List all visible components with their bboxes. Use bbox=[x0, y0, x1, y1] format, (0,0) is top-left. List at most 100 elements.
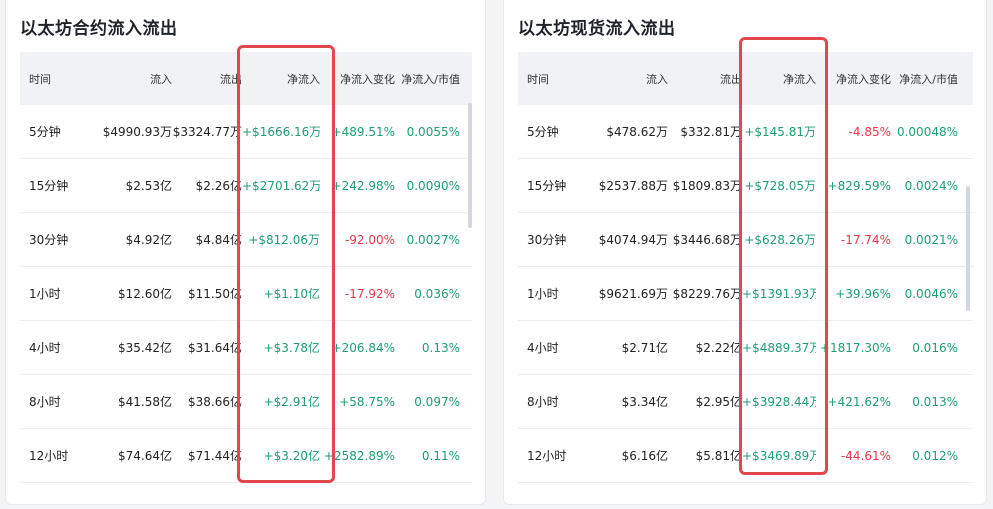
cell-net-inflow: +$3.20亿 bbox=[263, 449, 320, 463]
cell-time: 5分钟 bbox=[29, 125, 61, 139]
cell-net-change: +39.96% bbox=[835, 286, 891, 301]
table-row: 4小时 $2.71亿 $2.22亿 +$4889.37万 +1817.30% 0.016% bbox=[518, 321, 973, 375]
cell-net-inflow: +$3.78亿 bbox=[263, 341, 320, 355]
cell-outflow: $2.26亿 bbox=[195, 179, 242, 193]
cell-net-inflow: +$2.91亿 bbox=[263, 395, 320, 409]
header-net-inflow[interactable]: 净流入 bbox=[742, 71, 816, 87]
header-net-ratio[interactable]: 净流入/市值 bbox=[891, 71, 958, 87]
table-row: 5分钟 $478.62万 $332.81万 +$145.81万 -4.85% 0.0004… bbox=[518, 105, 973, 159]
header-inflow[interactable]: 流入 bbox=[98, 71, 172, 87]
cell-net-change: -4.85% bbox=[848, 124, 891, 139]
contract-flow-table: 时间 流入 流出 净流入 净流入变化 净流入/市值 5分钟 $4990.93万 $3… bbox=[20, 52, 472, 483]
cell-outflow: $5.81亿 bbox=[695, 449, 742, 463]
header-net-inflow[interactable]: 净流入 bbox=[242, 71, 320, 87]
cell-outflow: $11.50亿 bbox=[188, 287, 242, 301]
cell-net-ratio: 0.0090% bbox=[406, 178, 460, 193]
table-row: 1小时 $9621.69万 $8229.76万 +$1391.93万 +39.96% 0.… bbox=[518, 267, 973, 321]
header-net-change[interactable]: 净流入变化 bbox=[816, 71, 891, 87]
spot-card-title: 以太坊现货流入流出 bbox=[518, 19, 676, 39]
cell-net-change: +489.51% bbox=[331, 124, 395, 139]
cell-net-change: -17.74% bbox=[840, 232, 891, 247]
cell-inflow: $2.71亿 bbox=[621, 341, 668, 355]
cell-net-ratio: 0.0021% bbox=[904, 232, 958, 247]
cell-time: 30分钟 bbox=[29, 233, 69, 247]
cell-inflow: $4990.93万 bbox=[102, 125, 172, 139]
cell-inflow: $12.60亿 bbox=[118, 287, 172, 301]
cell-net-inflow: +$812.06万 bbox=[248, 233, 320, 247]
cell-inflow: $9621.69万 bbox=[598, 287, 668, 301]
cell-time: 12小时 bbox=[527, 449, 567, 463]
cell-outflow: $38.66亿 bbox=[188, 395, 242, 409]
table-row: 1小时 $12.60亿 $11.50亿 +$1.10亿 -17.92% 0.036% bbox=[20, 267, 472, 321]
table-row: 12小时 $6.16亿 $5.81亿 +$3469.89万 -44.61% 0.012% bbox=[518, 429, 973, 483]
cell-net-change: +2582.89% bbox=[323, 448, 395, 463]
cell-net-inflow: +$1666.16万 bbox=[242, 125, 320, 139]
header-inflow[interactable]: 流入 bbox=[598, 71, 668, 87]
spot-flow-table: 时间 流入 流出 净流入 净流入变化 净流入/市值 5分钟 $478.62万 $33… bbox=[518, 52, 973, 483]
cell-net-inflow: +$2701.62万 bbox=[242, 179, 320, 193]
cell-net-inflow: +$3928.44万 bbox=[742, 395, 816, 409]
cell-inflow: $2.53亿 bbox=[125, 179, 172, 193]
cell-time: 4小时 bbox=[527, 341, 559, 355]
table-row: 4小时 $35.42亿 $31.64亿 +$3.78亿 +206.84% 0.13% bbox=[20, 321, 472, 375]
cell-net-ratio: 0.097% bbox=[414, 394, 460, 409]
scrollbar[interactable] bbox=[966, 186, 970, 311]
cell-time: 15分钟 bbox=[29, 179, 69, 193]
cell-time: 30分钟 bbox=[527, 233, 567, 247]
table-row: 12小时 $74.64亿 $71.44亿 +$3.20亿 +2582.89% 0.11% bbox=[20, 429, 472, 483]
header-time: 时间 bbox=[527, 72, 549, 86]
cell-net-ratio: 0.0055% bbox=[406, 124, 460, 139]
table-row: 5分钟 $4990.93万 $3324.77万 +$1666.16万 +489.51% 0… bbox=[20, 105, 472, 159]
cell-net-inflow: +$728.05万 bbox=[744, 179, 816, 193]
cell-net-ratio: 0.13% bbox=[421, 340, 460, 355]
cell-net-change: -44.61% bbox=[840, 448, 891, 463]
cell-time: 4小时 bbox=[29, 341, 61, 355]
cell-net-change: -92.00% bbox=[344, 232, 395, 247]
table-row: 8小时 $41.58亿 $38.66亿 +$2.91亿 +58.75% 0.097% bbox=[20, 375, 472, 429]
table-header: 时间 流入 流出 净流入 净流入变化 净流入/市值 bbox=[20, 52, 472, 105]
cell-time: 1小时 bbox=[29, 287, 61, 301]
cell-inflow: $41.58亿 bbox=[118, 395, 172, 409]
cell-time: 5分钟 bbox=[527, 125, 559, 139]
header-outflow[interactable]: 流出 bbox=[668, 71, 742, 87]
cell-outflow: $3324.77万 bbox=[172, 125, 242, 139]
cell-inflow: $4.92亿 bbox=[125, 233, 172, 247]
cell-outflow: $3446.68万 bbox=[672, 233, 742, 247]
cell-net-change: +1817.30% bbox=[819, 340, 891, 355]
cell-net-ratio: 0.0046% bbox=[904, 286, 958, 301]
cell-net-inflow: +$628.26万 bbox=[744, 233, 816, 247]
cell-net-inflow: +$1.10亿 bbox=[263, 287, 320, 301]
cell-net-ratio: 0.012% bbox=[912, 448, 958, 463]
cell-net-ratio: 0.0024% bbox=[904, 178, 958, 193]
cell-outflow: $4.84亿 bbox=[195, 233, 242, 247]
cell-outflow: $31.64亿 bbox=[188, 341, 242, 355]
cell-inflow: $4074.94万 bbox=[598, 233, 668, 247]
scrollbar[interactable] bbox=[468, 103, 472, 228]
cell-time: 12小时 bbox=[29, 449, 69, 463]
cell-outflow: $332.81万 bbox=[680, 125, 742, 139]
cell-time: 8小时 bbox=[29, 395, 61, 409]
cell-inflow: $478.62万 bbox=[606, 125, 668, 139]
header-net-ratio[interactable]: 净流入/市值 bbox=[395, 71, 460, 87]
cell-inflow: $6.16亿 bbox=[621, 449, 668, 463]
cell-outflow: $71.44亿 bbox=[188, 449, 242, 463]
cell-net-ratio: 0.11% bbox=[421, 448, 460, 463]
cell-net-ratio: 0.0027% bbox=[406, 232, 460, 247]
contract-flow-card: 以太坊合约流入流出 时间 流入 流出 净流入 净流入变化 净流入/市值 5分钟 $… bbox=[5, 0, 486, 505]
table-row: 15分钟 $2537.88万 $1809.83万 +$728.05万 +829.59% 0… bbox=[518, 159, 973, 213]
spot-flow-card: 以太坊现货流入流出 时间 流入 流出 净流入 净流入变化 净流入/市值 5分钟 $… bbox=[503, 0, 987, 505]
table-row: 30分钟 $4074.94万 $3446.68万 +$628.26万 -17.74% 0.… bbox=[518, 213, 973, 267]
cell-inflow: $74.64亿 bbox=[118, 449, 172, 463]
cell-net-ratio: 0.013% bbox=[912, 394, 958, 409]
cell-outflow: $8229.76万 bbox=[672, 287, 742, 301]
header-net-change[interactable]: 净流入变化 bbox=[320, 71, 395, 87]
header-time: 时间 bbox=[29, 72, 51, 86]
table-body: 5分钟 $478.62万 $332.81万 +$145.81万 -4.85% 0.0004… bbox=[518, 105, 973, 483]
header-outflow[interactable]: 流出 bbox=[172, 71, 242, 87]
cell-time: 15分钟 bbox=[527, 179, 567, 193]
table-body: 5分钟 $4990.93万 $3324.77万 +$1666.16万 +489.51% 0… bbox=[20, 105, 472, 483]
table-row: 8小时 $3.34亿 $2.95亿 +$3928.44万 +421.62% 0.013% bbox=[518, 375, 973, 429]
cell-net-inflow: +$1391.93万 bbox=[742, 287, 816, 301]
cell-net-change: +206.84% bbox=[331, 340, 395, 355]
cell-net-change: +421.62% bbox=[827, 394, 891, 409]
